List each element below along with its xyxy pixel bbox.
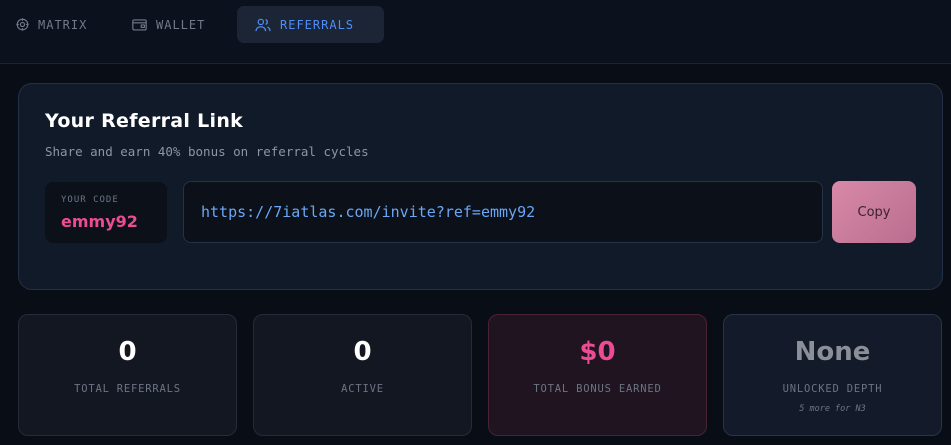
tab-label: MATRIX: [38, 17, 88, 32]
copy-button[interactable]: Copy: [832, 181, 916, 243]
referral-code-box: YOUR CODE emmy92: [45, 182, 167, 243]
stat-value: 0: [118, 337, 137, 367]
stat-value: 0: [353, 337, 372, 367]
tab-label: REFERRALS: [280, 17, 355, 32]
referral-link-card: Your Referral Link Share and earn 40% bo…: [18, 83, 943, 290]
referral-link-field[interactable]: https://7iatlas.com/invite?ref=emmy92: [183, 181, 823, 243]
stat-label: TOTAL REFERRALS: [74, 383, 181, 395]
stat-value: $0: [579, 337, 616, 367]
target-icon: [16, 18, 29, 31]
stat-label: UNLOCKED DEPTH: [782, 383, 883, 395]
wallet-icon: [132, 19, 147, 31]
tab-label: WALLET: [156, 17, 206, 32]
tab-matrix[interactable]: MATRIX: [16, 6, 87, 43]
tab-referrals[interactable]: REFERRALS: [237, 6, 384, 43]
code-label: YOUR CODE: [61, 195, 119, 205]
stat-active: 0 ACTIVE: [253, 314, 472, 436]
stat-total-referrals: 0 TOTAL REFERRALS: [18, 314, 237, 436]
referral-link-text: https://7iatlas.com/invite?ref=emmy92: [201, 203, 536, 221]
card-title: Your Referral Link: [45, 110, 244, 132]
tab-wallet[interactable]: WALLET: [132, 6, 205, 43]
top-nav: MATRIX WALLET REFERRALS: [0, 0, 951, 64]
card-subtitle: Share and earn 40% bonus on referral cyc…: [45, 144, 369, 159]
stat-unlocked-depth: None UNLOCKED DEPTH 5 more for N3: [723, 314, 942, 436]
stat-total-bonus: $0 TOTAL BONUS EARNED: [488, 314, 707, 436]
stat-label: TOTAL BONUS EARNED: [533, 383, 662, 395]
users-icon: [255, 18, 271, 31]
stat-value: None: [794, 337, 871, 367]
stat-note: 5 more for N3: [799, 404, 866, 414]
stat-label: ACTIVE: [341, 383, 384, 395]
referral-code: emmy92: [61, 212, 138, 231]
